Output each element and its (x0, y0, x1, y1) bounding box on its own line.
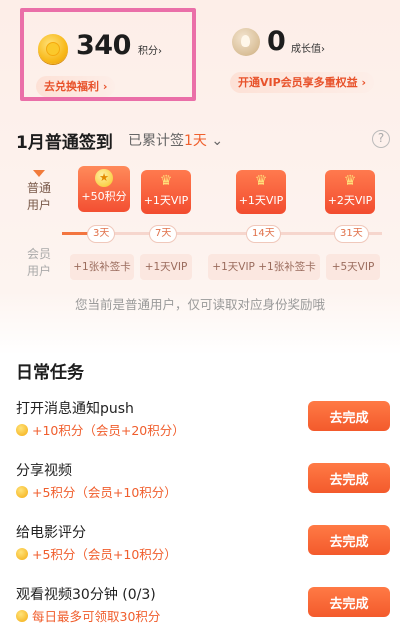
reward-normal-4[interactable]: ♛ +2天VIP (325, 170, 375, 214)
signin-summary-prefix: 已累计签 (128, 133, 184, 149)
task-name: 观看视频30分钟 (0/3) (16, 587, 156, 603)
signin-summary[interactable]: 已累计签1天 ⌄ (128, 130, 223, 150)
reward-normal-1[interactable]: ★ +50积分 (78, 166, 130, 212)
reward-label: +1天VIP (143, 194, 189, 207)
task-complete-button[interactable]: 去完成 (308, 401, 390, 431)
milestone-day-2: 7天 (149, 225, 178, 243)
points-unit-link[interactable]: 积分› (138, 42, 162, 57)
points-value: 340 (76, 30, 131, 61)
row-label-normal-text: 普通 用户 (26, 181, 51, 212)
coin-icon (16, 609, 28, 622)
task-item: 分享视频 +5积分（会员+10积分） 去完成 (0, 460, 400, 520)
coin-icon (16, 547, 28, 560)
row-label-normal: 普通 用户 (24, 180, 54, 214)
task-reward-text: +5积分（会员+10积分） (32, 485, 177, 500)
member-reward-3: +1天VIP +1张补签卡 (208, 254, 320, 280)
growth-icon (232, 28, 260, 56)
exchange-benefits-button[interactable]: 去兑换福利 › (36, 76, 116, 97)
growth-value: 0 (267, 26, 286, 57)
task-name: 打开消息通知push (16, 401, 134, 417)
task-reward-text: +5积分（会员+10积分） (32, 547, 177, 562)
milestone-day-1: 3天 (87, 225, 116, 243)
signin-title: 1月普通签到 (16, 133, 113, 153)
coin-icon (16, 423, 28, 436)
task-complete-button[interactable]: 去完成 (308, 525, 390, 555)
milestone-day-4: 31天 (334, 225, 369, 243)
current-tier-arrow-icon (33, 170, 45, 177)
task-reward-text: 每日最多可领取30积分 (32, 609, 161, 624)
stats-header: 340 积分› 去兑换福利 › 0 成长值› 开通VIP会员享多重权益 › (0, 0, 400, 110)
points-panel[interactable]: 340 积分› 去兑换福利 › (20, 8, 196, 101)
growth-unit-link[interactable]: 成长值› (291, 40, 325, 55)
task-item: 观看视频30分钟 (0/3) 每日最多可领取30积分 去完成 (0, 584, 400, 634)
crown-icon: ♛ (254, 173, 268, 189)
task-reward: +5积分（会员+10积分） (16, 544, 177, 563)
task-complete-button[interactable]: 去完成 (308, 587, 390, 617)
member-reward-2: +1天VIP (140, 254, 192, 280)
member-reward-1: +1张补签卡 (70, 254, 134, 280)
reward-label: +50积分 (81, 190, 127, 203)
signin-days: 1天 (184, 133, 207, 149)
reward-normal-3[interactable]: ♛ +1天VIP (236, 170, 286, 214)
chevron-down-icon: ⌄ (211, 133, 224, 149)
crown-icon: ♛ (159, 173, 173, 189)
daily-signin-page: 340 积分› 去兑换福利 › 0 成长值› 开通VIP会员享多重权益 › 1月… (0, 0, 400, 634)
crown-icon: ♛ (343, 173, 357, 189)
task-complete-button[interactable]: 去完成 (308, 463, 390, 493)
task-reward: +5积分（会员+10积分） (16, 482, 177, 501)
open-vip-button[interactable]: 开通VIP会员享多重权益 › (230, 72, 375, 93)
task-reward: +10积分（会员+20积分） (16, 420, 185, 439)
task-reward: 每日最多可领取30积分 (16, 606, 160, 625)
help-icon[interactable]: ? (372, 130, 390, 148)
milestone-day-3: 14天 (246, 225, 281, 243)
points-coin-icon (38, 34, 68, 64)
task-item: 给电影评分 +5积分（会员+10积分） 去完成 (0, 522, 400, 582)
task-item: 打开消息通知push +10积分（会员+20积分） 去完成 (0, 398, 400, 458)
member-reward-4: +5天VIP (326, 254, 380, 280)
reward-label: +2天VIP (327, 194, 373, 207)
reward-label: +1天VIP (238, 194, 284, 207)
signin-note: 您当前是普通用户，仅可读取对应身份奖励哦 (74, 297, 325, 312)
task-reward-text: +10积分（会员+20积分） (32, 423, 185, 438)
reward-normal-2[interactable]: ♛ +1天VIP (141, 170, 191, 214)
task-name: 分享视频 (16, 463, 72, 479)
signin-card: 1月普通签到 已累计签1天 ⌄ ? 普通 用户 会员 用户 ★ +50积分 ♛ +1… (0, 118, 400, 330)
row-label-member: 会员 用户 (24, 246, 54, 280)
reward-star-icon: ★ (78, 166, 130, 188)
task-name: 给电影评分 (16, 525, 86, 541)
row-label-member-text: 会员 用户 (26, 247, 51, 278)
tasks-title: 日常任务 (16, 363, 84, 383)
coin-icon (16, 485, 28, 498)
